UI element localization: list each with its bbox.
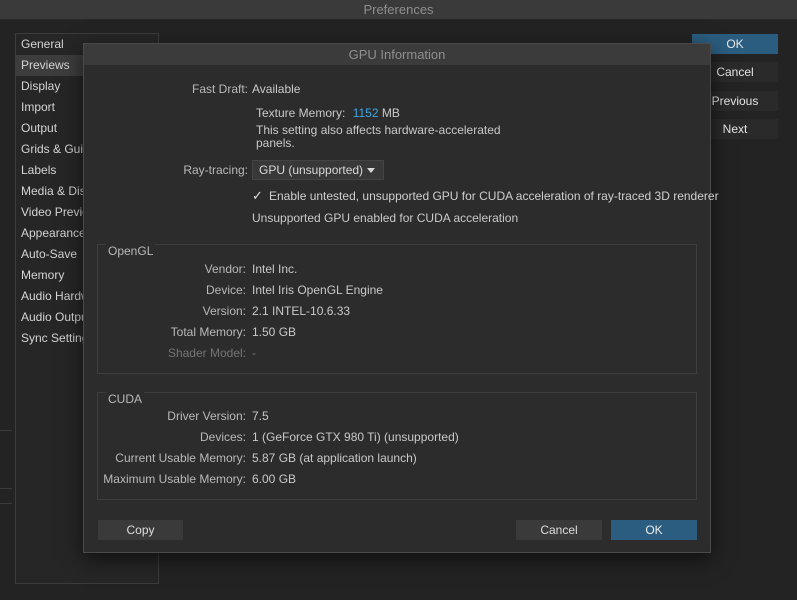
opengl-device-value: Intel Iris OpenGL Engine [252, 283, 383, 297]
cuda-max-memory-label: Maximum Usable Memory: [103, 472, 246, 486]
divider [0, 430, 12, 431]
texture-memory-label: Texture Memory: [256, 106, 346, 120]
fast-draft-label: Fast Draft: [191, 82, 248, 96]
checkmark-icon: ✓ [252, 188, 263, 203]
texture-memory-unit: MB [381, 106, 400, 120]
cuda-current-memory-value: 5.87 GB (at application launch) [252, 451, 417, 465]
opengl-vendor-value: Intel Inc. [252, 262, 298, 276]
opengl-version-value: 2.1 INTEL-10.6.33 [252, 304, 351, 318]
setting-note-line1: This setting also affects hardware-accel… [256, 123, 501, 137]
opengl-shader-model-label: Shader Model: [167, 346, 246, 360]
divider [0, 503, 12, 504]
cuda-status-text: Unsupported GPU enabled for CUDA acceler… [252, 211, 519, 225]
setting-note-line2: panels. [256, 136, 295, 150]
chevron-down-icon [367, 168, 375, 173]
copy-button[interactable]: Copy [98, 520, 183, 540]
fast-draft-value: Available [252, 82, 301, 96]
opengl-shader-model-value: - [252, 346, 256, 360]
cuda-gpu-checkbox-label: Enable untested, unsupported GPU for CUD… [269, 189, 719, 203]
texture-memory-value: 1152 [352, 106, 379, 120]
opengl-version-label: Version: [202, 304, 246, 318]
opengl-device-label: Device: [205, 283, 246, 297]
ray-tracing-label: Ray-tracing: [183, 163, 248, 177]
opengl-title: OpenGL [106, 244, 156, 258]
ray-tracing-value: GPU (unsupported) [259, 163, 364, 177]
dialog-title: GPU Information [84, 44, 710, 65]
opengl-total-memory-value: 1.50 GB [252, 325, 297, 339]
cuda-driver-version-value: 7.5 [252, 409, 269, 423]
gpu-information-dialog: GPU Information Fast Draft: Available Te… [83, 43, 719, 553]
cuda-driver-version-label: Driver Version: [167, 409, 246, 423]
opengl-group: OpenGL Vendor: Intel Inc. Device: Intel … [97, 244, 697, 374]
cuda-title: CUDA [106, 392, 145, 406]
cuda-devices-label: Devices: [199, 430, 246, 444]
preferences-title: Preferences [0, 0, 797, 20]
cuda-devices-value: 1 (GeForce GTX 980 Ti) (unsupported) [252, 430, 459, 444]
texture-memory-row: Texture Memory: 1152 MB [256, 106, 400, 120]
opengl-vendor-label: Vendor: [204, 262, 246, 276]
cuda-group: CUDA Driver Version: 7.5 Devices: 1 (GeF… [97, 392, 697, 500]
cancel-button[interactable]: Cancel [516, 520, 602, 540]
divider [0, 488, 12, 489]
ok-button[interactable]: OK [611, 520, 697, 540]
cuda-current-memory-label: Current Usable Memory: [115, 451, 246, 465]
ray-tracing-dropdown[interactable]: GPU (unsupported) [252, 160, 384, 180]
opengl-total-memory-label: Total Memory: [170, 325, 246, 339]
cuda-max-memory-value: 6.00 GB [252, 472, 297, 486]
